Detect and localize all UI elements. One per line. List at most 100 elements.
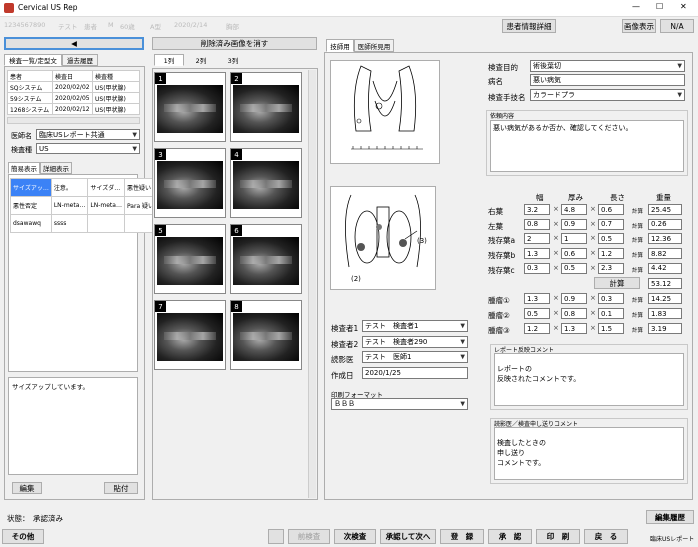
tab-1col[interactable]: 1列 bbox=[154, 54, 184, 66]
thumbnail[interactable]: 5 bbox=[154, 224, 226, 294]
calc-button[interactable]: 計算 bbox=[632, 222, 643, 230]
tab-2col[interactable]: 2列 bbox=[186, 54, 216, 66]
collapse-button[interactable]: ◀ bbox=[4, 37, 144, 50]
calc-button[interactable]: 計算 bbox=[632, 296, 643, 304]
template-cell[interactable]: LN-meta… bbox=[50, 196, 89, 215]
tab-exam-list[interactable]: 検査一覧/定型文 bbox=[4, 54, 62, 66]
tab-3col[interactable]: 3列 bbox=[218, 54, 248, 66]
length-field[interactable]: 0.1 bbox=[598, 308, 624, 319]
calc-button[interactable]: 計算 bbox=[632, 251, 643, 259]
blank-button[interactable] bbox=[268, 529, 284, 544]
thumbnail[interactable]: 2 bbox=[230, 72, 302, 142]
template-cell[interactable]: サイズアッ… bbox=[10, 178, 52, 197]
purpose-select[interactable]: 術後葉切 ▼ bbox=[530, 60, 685, 72]
register-button[interactable]: 登 録 bbox=[440, 529, 484, 544]
doctor-select[interactable]: 臨床USレポート共通 ▼ bbox=[36, 129, 140, 140]
list-scrollbar[interactable] bbox=[7, 117, 140, 124]
created-date-field[interactable]: 2020/1/25 bbox=[362, 367, 468, 379]
prev-exam-button[interactable]: 前検査 bbox=[288, 529, 330, 544]
calc-button[interactable]: 計算 bbox=[632, 236, 643, 244]
thickness-field[interactable]: 1 bbox=[561, 233, 587, 245]
length-field[interactable]: 2.3 bbox=[598, 262, 624, 274]
thickness-field[interactable]: 1.3 bbox=[561, 323, 587, 334]
approve-button[interactable]: 承 認 bbox=[488, 529, 532, 544]
tab-simple[interactable]: 簡易表示 bbox=[8, 162, 40, 174]
approve-next-button[interactable]: 承認して次へ bbox=[380, 529, 436, 544]
other-button[interactable]: その他 bbox=[2, 529, 44, 544]
weight-field[interactable]: 8.82 bbox=[648, 248, 682, 260]
minimize-icon[interactable]: — bbox=[632, 2, 640, 11]
weight-field[interactable]: 25.45 bbox=[648, 204, 682, 215]
delete-images-button[interactable]: 削除済み画像を消す bbox=[152, 37, 317, 50]
thickness-field[interactable]: 0.9 bbox=[561, 218, 587, 230]
calc-button[interactable]: 計算 bbox=[632, 207, 643, 215]
next-exam-button[interactable]: 次検査 bbox=[334, 529, 376, 544]
image-display-button[interactable]: 画像表示 bbox=[622, 19, 656, 33]
handover-textarea[interactable]: 検査したときの 申し送り コメントです。 bbox=[494, 427, 684, 480]
col-patient[interactable]: 患者 bbox=[7, 70, 53, 82]
width-field[interactable]: 2 bbox=[524, 233, 550, 245]
maximize-icon[interactable]: ☐ bbox=[656, 2, 663, 11]
weight-field[interactable]: 4.42 bbox=[648, 262, 682, 274]
thumbnail[interactable]: 7 bbox=[154, 300, 226, 370]
length-field[interactable]: 0.3 bbox=[598, 293, 624, 304]
template-cell[interactable]: LN-meta… bbox=[87, 196, 125, 215]
report-comment-textarea[interactable]: レポートの 反映されたコメントです。 bbox=[494, 353, 684, 406]
col-type[interactable]: 検査種 bbox=[92, 70, 140, 82]
template-cell[interactable]: 注意。 bbox=[50, 178, 89, 197]
print-button[interactable]: 印 刷 bbox=[536, 529, 580, 544]
template-cell[interactable]: サイズダ… bbox=[87, 178, 125, 197]
total-weight-field[interactable]: 53.12 bbox=[648, 278, 682, 289]
tab-technician[interactable]: 技師用 bbox=[326, 39, 354, 52]
table-row[interactable]: 59システム 2020/02/05 US(甲状腺) bbox=[7, 92, 140, 104]
thickness-field[interactable]: 4.8 bbox=[561, 204, 587, 215]
tab-detail[interactable]: 詳細表示 bbox=[40, 162, 72, 174]
template-cell[interactable] bbox=[87, 214, 125, 233]
weight-field[interactable]: 1.83 bbox=[648, 308, 682, 319]
thyroid-diagram[interactable]: (3) (2) bbox=[330, 186, 436, 290]
thickness-field[interactable]: 0.9 bbox=[561, 293, 587, 304]
width-field[interactable]: 1.2 bbox=[524, 323, 550, 334]
history-button[interactable]: 編集履歴 bbox=[646, 510, 694, 524]
length-field[interactable]: 1.5 bbox=[598, 323, 624, 334]
disease-field[interactable]: 悪い病気 bbox=[530, 74, 685, 86]
width-field[interactable]: 1.3 bbox=[524, 293, 550, 304]
examiner1-select[interactable]: テスト 検査者1 ▼ bbox=[362, 320, 468, 332]
tab-history[interactable]: 過去履歴 bbox=[62, 54, 98, 66]
template-cell[interactable]: ssss bbox=[50, 214, 89, 233]
template-cell[interactable]: 悪性否定 bbox=[10, 196, 52, 215]
exam-type-select[interactable]: US ▼ bbox=[36, 143, 140, 154]
na-button[interactable]: N/A bbox=[660, 19, 694, 33]
back-button[interactable]: 戻 る bbox=[584, 529, 628, 544]
request-textarea[interactable]: 悪い病気があるか否か、確認してください。 bbox=[490, 120, 684, 172]
width-field[interactable]: 1.3 bbox=[524, 248, 550, 260]
calc-button[interactable]: 計算 bbox=[632, 326, 643, 334]
body-diagram[interactable] bbox=[330, 60, 440, 164]
length-field[interactable]: 0.5 bbox=[598, 233, 624, 245]
thumbnail[interactable]: 1 bbox=[154, 72, 226, 142]
technique-select[interactable]: カラードプラ ▼ bbox=[530, 89, 685, 101]
width-field[interactable]: 0.3 bbox=[524, 262, 550, 274]
width-field[interactable]: 3.2 bbox=[524, 204, 550, 215]
table-row[interactable]: SQシステム 2020/02/02 US(甲状腺) bbox=[7, 81, 140, 93]
paste-button[interactable]: 貼付 bbox=[104, 482, 138, 494]
width-field[interactable]: 0.5 bbox=[524, 308, 550, 319]
col-date[interactable]: 検査日 bbox=[52, 70, 93, 82]
thumbnail[interactable]: 3 bbox=[154, 148, 226, 218]
reader-select[interactable]: テスト 医師1 ▼ bbox=[362, 351, 468, 363]
thickness-field[interactable]: 0.6 bbox=[561, 248, 587, 260]
format-select[interactable]: ＢＢＢ ▼ bbox=[331, 398, 468, 410]
edit-button[interactable]: 編集 bbox=[12, 482, 42, 494]
length-field[interactable]: 0.6 bbox=[598, 204, 624, 215]
thumbnail[interactable]: 8 bbox=[230, 300, 302, 370]
thumbnail-scrollbar[interactable] bbox=[308, 70, 316, 498]
weight-field[interactable]: 14.25 bbox=[648, 293, 682, 304]
thickness-field[interactable]: 0.5 bbox=[561, 262, 587, 274]
template-cell[interactable]: dsawawq bbox=[10, 214, 52, 233]
thumbnail[interactable]: 6 bbox=[230, 224, 302, 294]
table-row[interactable]: 1268システム 2020/02/12 US(甲状腺) bbox=[7, 103, 140, 115]
patient-info-button[interactable]: 患者情報詳細 bbox=[502, 19, 556, 33]
memo-textarea[interactable]: サイズアップしています。 bbox=[8, 377, 138, 475]
weight-field[interactable]: 12.36 bbox=[648, 233, 682, 245]
tab-doctor[interactable]: 医師所見用 bbox=[354, 39, 394, 52]
